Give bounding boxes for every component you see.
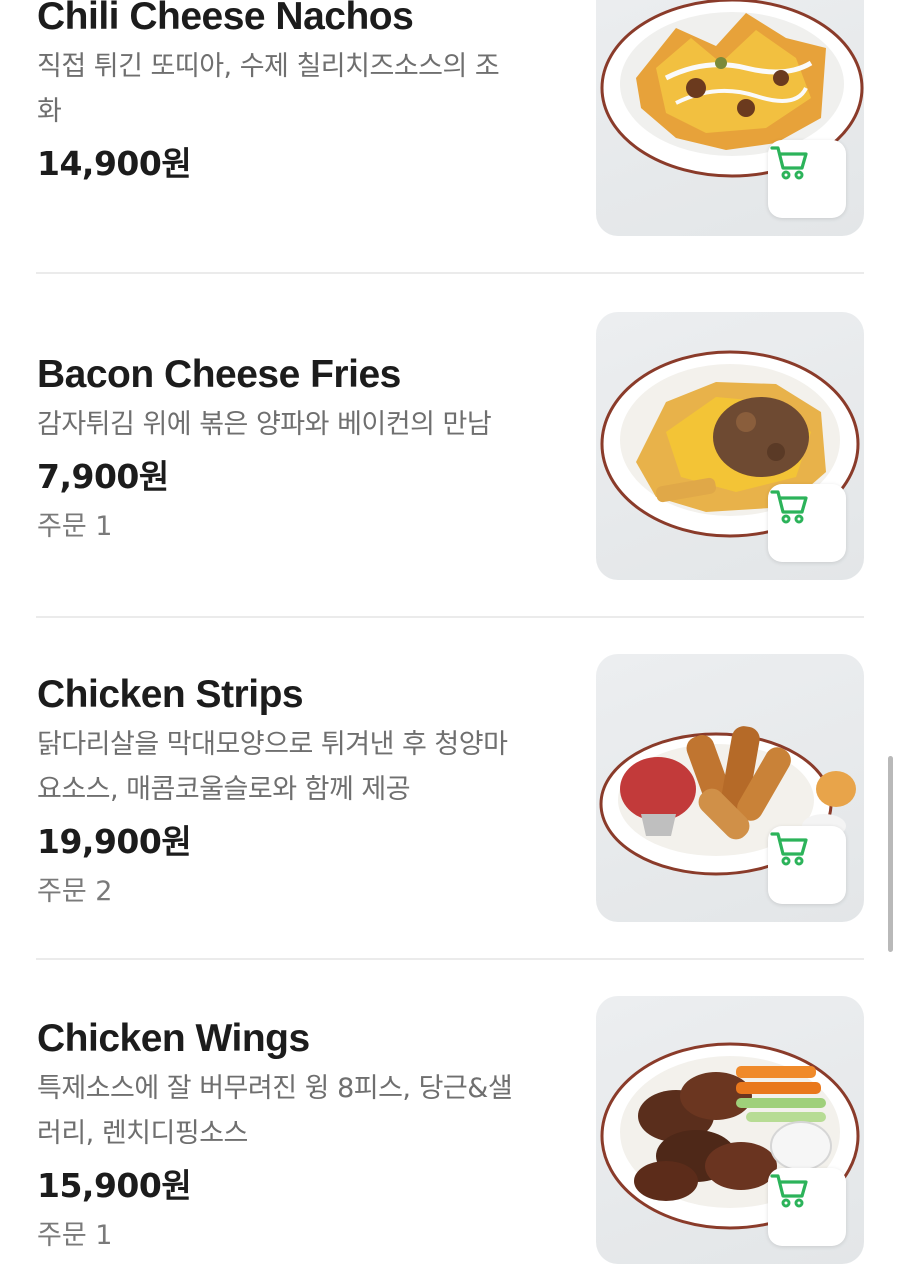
menu-item-description: 감자튀김 위에 볶은 양파와 베이컨의 만남 — [37, 402, 547, 447]
chicken-wings-photo[interactable] — [596, 996, 864, 1264]
description-line: 요소스, 매콤코울슬로와 함께 제공 — [37, 774, 411, 805]
add-to-cart-button[interactable] — [768, 484, 846, 562]
menu-item-order-count: 주문 1 — [37, 511, 113, 542]
menu-item-price: 15,900원 — [37, 1166, 192, 1205]
menu-item-description: 닭다리살을 막대모양으로 튀겨낸 후 청양마 요소스, 매콤코울슬로와 함께 제… — [37, 722, 547, 812]
menu-item-name: Chicken Wings — [37, 1017, 310, 1060]
description-line: 감자튀김 위에 볶은 양파와 베이컨의 만남 — [37, 409, 492, 440]
description-line: 직접 튀긴 또띠아, 수제 칠리치즈소스의 조 — [37, 51, 500, 82]
cart-icon — [770, 146, 808, 180]
menu-item-description: 직접 튀긴 또띠아, 수제 칠리치즈소스의 조 화 — [37, 44, 547, 134]
cart-icon — [770, 490, 808, 524]
add-to-cart-button[interactable] — [768, 826, 846, 904]
menu-item-text: Chicken Strips 닭다리살을 막대모양으로 튀겨낸 후 청양마 요소… — [37, 672, 547, 910]
description-line: 특제소스에 잘 버무려진 윙 8피스, 당근&샐 — [37, 1073, 513, 1104]
description-line: 화 — [37, 96, 62, 127]
cart-icon — [770, 832, 808, 866]
menu-item-description: 특제소스에 잘 버무려진 윙 8피스, 당근&샐 러리, 렌치디핑소스 — [37, 1066, 547, 1156]
menu-item-name: Chicken Strips — [37, 673, 304, 716]
menu-item-order-count: 주문 2 — [37, 876, 113, 907]
menu-item-chicken-wings[interactable]: Chicken Wings 특제소스에 잘 버무려진 윙 8피스, 당근&샐 러… — [36, 960, 864, 1266]
menu-item-text: Chili Cheese Nachos 직접 튀긴 또띠아, 수제 칠리치즈소스… — [37, 0, 547, 186]
nachos-photo[interactable] — [596, 0, 864, 236]
cart-icon — [770, 1174, 808, 1208]
fries-photo[interactable] — [596, 312, 864, 580]
menu-page: Chili Cheese Nachos 직접 튀긴 또띠아, 수제 칠리치즈소스… — [0, 0, 900, 1266]
add-to-cart-button[interactable] — [768, 140, 846, 218]
menu-item-bacon-cheese-fries[interactable]: Bacon Cheese Fries 감자튀김 위에 볶은 양파와 베이컨의 만… — [36, 274, 864, 618]
add-to-cart-button[interactable] — [768, 1168, 846, 1246]
menu-item-text: Chicken Wings 특제소스에 잘 버무려진 윙 8피스, 당근&샐 러… — [37, 1016, 547, 1254]
description-line: 러리, 렌치디핑소스 — [37, 1118, 248, 1149]
menu-item-text: Bacon Cheese Fries 감자튀김 위에 볶은 양파와 베이컨의 만… — [37, 352, 547, 545]
menu-item-name: Bacon Cheese Fries — [37, 353, 401, 396]
menu-item-price: 14,900원 — [37, 144, 192, 183]
menu-item-name: Chili Cheese Nachos — [37, 0, 414, 38]
chicken-strips-photo[interactable] — [596, 654, 864, 922]
menu-item-price: 19,900원 — [37, 822, 192, 861]
menu-list: Chili Cheese Nachos 직접 튀긴 또띠아, 수제 칠리치즈소스… — [0, 0, 900, 1266]
menu-item-chili-cheese-nachos[interactable]: Chili Cheese Nachos 직접 튀긴 또띠아, 수제 칠리치즈소스… — [36, 0, 864, 274]
menu-item-chicken-strips[interactable]: Chicken Strips 닭다리살을 막대모양으로 튀겨낸 후 청양마 요소… — [36, 618, 864, 960]
description-line: 닭다리살을 막대모양으로 튀겨낸 후 청양마 — [37, 729, 508, 760]
menu-item-order-count: 주문 1 — [37, 1220, 113, 1251]
scrollbar[interactable] — [888, 756, 893, 952]
menu-item-price: 7,900원 — [37, 457, 169, 496]
